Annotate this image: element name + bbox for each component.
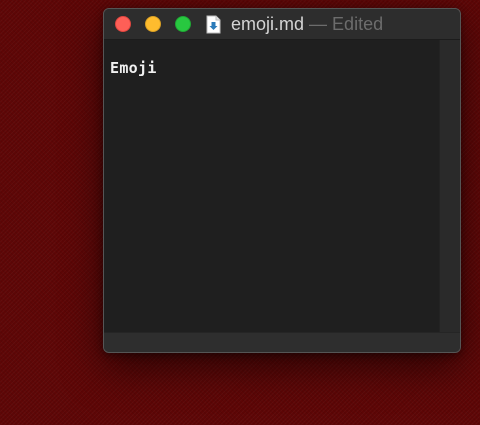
close-icon[interactable] bbox=[115, 16, 131, 32]
edited-status: Edited bbox=[332, 14, 384, 34]
editor-content[interactable]: Emoji bbox=[110, 59, 157, 77]
status-bar bbox=[104, 332, 460, 352]
vertical-scrollbar[interactable] bbox=[439, 40, 460, 332]
title-separator: — bbox=[304, 14, 333, 34]
document-name: emoji.md bbox=[231, 14, 305, 34]
editor-window: emoji.md — Edited Emoji bbox=[103, 8, 461, 353]
window-title: emoji.md — Edited bbox=[231, 13, 383, 35]
markdown-document-icon[interactable] bbox=[206, 15, 221, 34]
zoom-icon[interactable] bbox=[175, 16, 191, 32]
text-editor[interactable]: Emoji bbox=[104, 40, 439, 332]
minimize-icon[interactable] bbox=[145, 16, 161, 32]
title-bar[interactable]: emoji.md — Edited bbox=[104, 9, 460, 40]
